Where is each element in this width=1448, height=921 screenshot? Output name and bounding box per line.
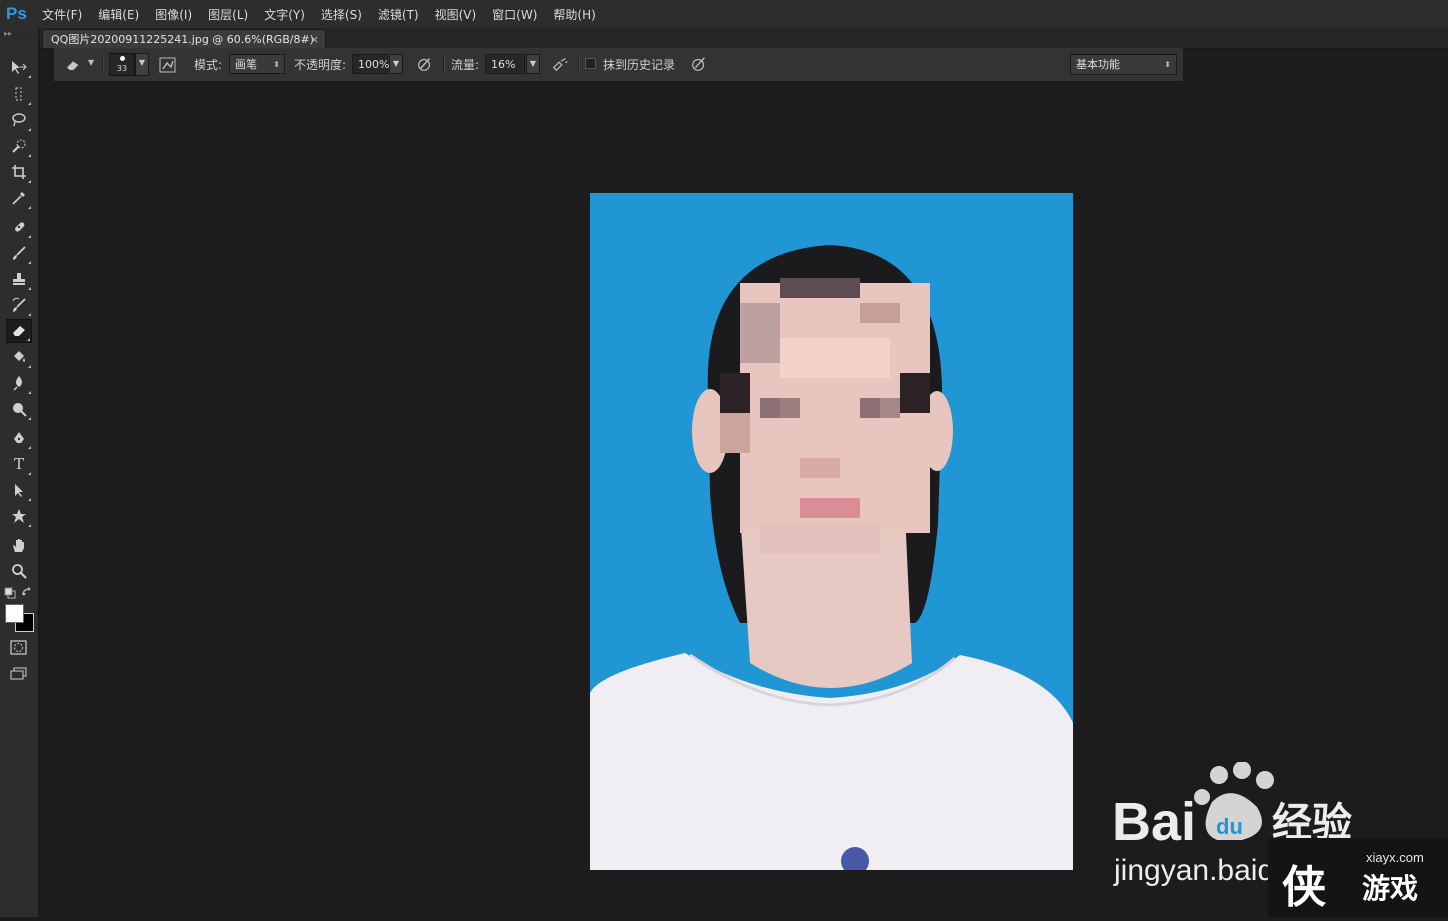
toolbar-grip[interactable]: ▸▸	[0, 28, 38, 40]
path-select-icon[interactable]	[6, 478, 32, 502]
menu-window[interactable]: 窗口(W)	[492, 6, 537, 23]
swap-colors-icon[interactable]	[21, 586, 33, 598]
erase-history-checkbox[interactable]	[585, 58, 596, 69]
document-tab[interactable]: QQ图片20200911225241.jpg @ 60.6%(RGB/8#) ×	[42, 29, 326, 48]
foreground-color-swatch[interactable]	[5, 604, 24, 623]
mode-label: 模式:	[194, 58, 223, 72]
brush-size-value: 33	[116, 64, 128, 73]
tools-panel: T	[0, 40, 39, 917]
brush-size-dropdown[interactable]: ▼	[135, 53, 149, 76]
menu-file[interactable]: 文件(F)	[42, 6, 82, 23]
baidu-du-text: du	[1216, 814, 1243, 839]
eraser-icon[interactable]	[64, 56, 82, 74]
shape-icon[interactable]	[6, 504, 32, 528]
xia-char-text: 侠	[1282, 862, 1327, 913]
options-bar: ▼ 33 ▼ 模式: 画笔 ⬍ 不透明度: 100% ▼ 流量: 16% ▼ 抹…	[54, 48, 1183, 82]
zoom-icon[interactable]	[6, 559, 32, 583]
healing-brush-icon[interactable]	[6, 215, 32, 239]
opacity-input-value: 100%	[358, 58, 390, 71]
eraser-icon	[13, 326, 25, 336]
baidu-text: Bai	[1112, 792, 1196, 852]
flow-dropdown[interactable]: ▼	[526, 54, 540, 74]
mode-select[interactable]: 画笔 ⬍	[229, 54, 285, 74]
menu-select[interactable]: 选择(S)	[321, 6, 362, 23]
document-tab-bar: QQ图片20200911225241.jpg @ 60.6%(RGB/8#) ×	[40, 28, 1448, 49]
type-icon[interactable]: T	[6, 452, 32, 476]
eyedropper-icon[interactable]	[6, 186, 32, 210]
flow-input[interactable]: 16%	[485, 54, 525, 74]
menu-edit[interactable]: 编辑(E)	[98, 6, 139, 23]
hand-icon[interactable]	[6, 533, 32, 557]
xiayx-watermark: xiayx.com 侠 游戏	[1268, 838, 1448, 917]
document-tab-title: QQ图片20200911225241.jpg @ 60.6%(RGB/8#)	[51, 33, 314, 46]
menu-type[interactable]: 文字(Y)	[264, 6, 305, 23]
flow-input-value: 16%	[491, 58, 516, 71]
move-icon[interactable]	[6, 55, 32, 79]
pressure-size-icon[interactable]	[690, 55, 708, 73]
workspace-select-arrow: ⬍	[1164, 60, 1171, 69]
quick-select-icon[interactable]	[6, 134, 32, 158]
menu-help[interactable]: 帮助(H)	[553, 6, 595, 23]
clone-stamp-icon[interactable]	[6, 267, 32, 291]
screen-mode-icon[interactable]	[9, 666, 29, 682]
workspace-select-value: 基本功能	[1076, 58, 1120, 71]
airbrush-icon[interactable]	[551, 55, 569, 73]
opacity-input[interactable]: 100%	[352, 54, 390, 74]
paint-bucket-icon[interactable]	[6, 345, 32, 369]
default-colors-icon[interactable]	[4, 587, 16, 599]
opacity-dropdown[interactable]: ▼	[389, 54, 403, 74]
pressure-opacity-icon[interactable]	[416, 55, 434, 73]
brush-panel-icon[interactable]	[159, 56, 177, 74]
brush-preset-picker[interactable]: 33	[109, 53, 135, 76]
pen-icon[interactable]	[6, 426, 32, 450]
menu-filter[interactable]: 滤镜(T)	[378, 6, 419, 23]
marquee-icon[interactable]	[6, 82, 32, 106]
flow-label: 流量:	[451, 58, 480, 72]
crop-icon[interactable]	[6, 160, 32, 184]
brush-tip-preview	[120, 56, 125, 61]
lasso-icon[interactable]	[6, 108, 32, 132]
mode-select-value: 画笔	[235, 58, 257, 71]
blur-icon[interactable]	[6, 371, 32, 395]
erase-history-label: 抹到历史记录	[603, 58, 676, 72]
history-brush-icon[interactable]	[6, 293, 32, 317]
tool-preset-dropdown-arrow[interactable]: ▼	[88, 58, 94, 67]
xia-youxi-text: 游戏	[1362, 872, 1418, 905]
menu-bar: Ps 文件(F) 编辑(E) 图像(I) 图层(L) 文字(Y) 选择(S) 滤…	[0, 0, 1448, 29]
brush-icon[interactable]	[6, 241, 32, 265]
menu-image[interactable]: 图像(I)	[155, 6, 192, 23]
close-icon[interactable]: ×	[310, 30, 319, 49]
portrait-image	[590, 193, 1073, 870]
mode-select-arrow: ⬍	[273, 60, 280, 69]
xiayx-site-text: xiayx.com	[1366, 850, 1424, 865]
dodge-icon[interactable]	[6, 397, 32, 421]
menu-layer[interactable]: 图层(L)	[208, 6, 248, 23]
quick-mask-icon[interactable]	[10, 640, 28, 656]
opacity-label: 不透明度:	[294, 58, 347, 72]
face-mosaic	[720, 278, 930, 553]
photoshop-logo: Ps	[6, 4, 27, 23]
workspace-select[interactable]: 基本功能 ⬍	[1070, 54, 1177, 75]
document-canvas-photo[interactable]	[590, 193, 1073, 870]
menu-view[interactable]: 视图(V)	[435, 6, 477, 23]
eraser-tool-active[interactable]	[6, 319, 32, 343]
